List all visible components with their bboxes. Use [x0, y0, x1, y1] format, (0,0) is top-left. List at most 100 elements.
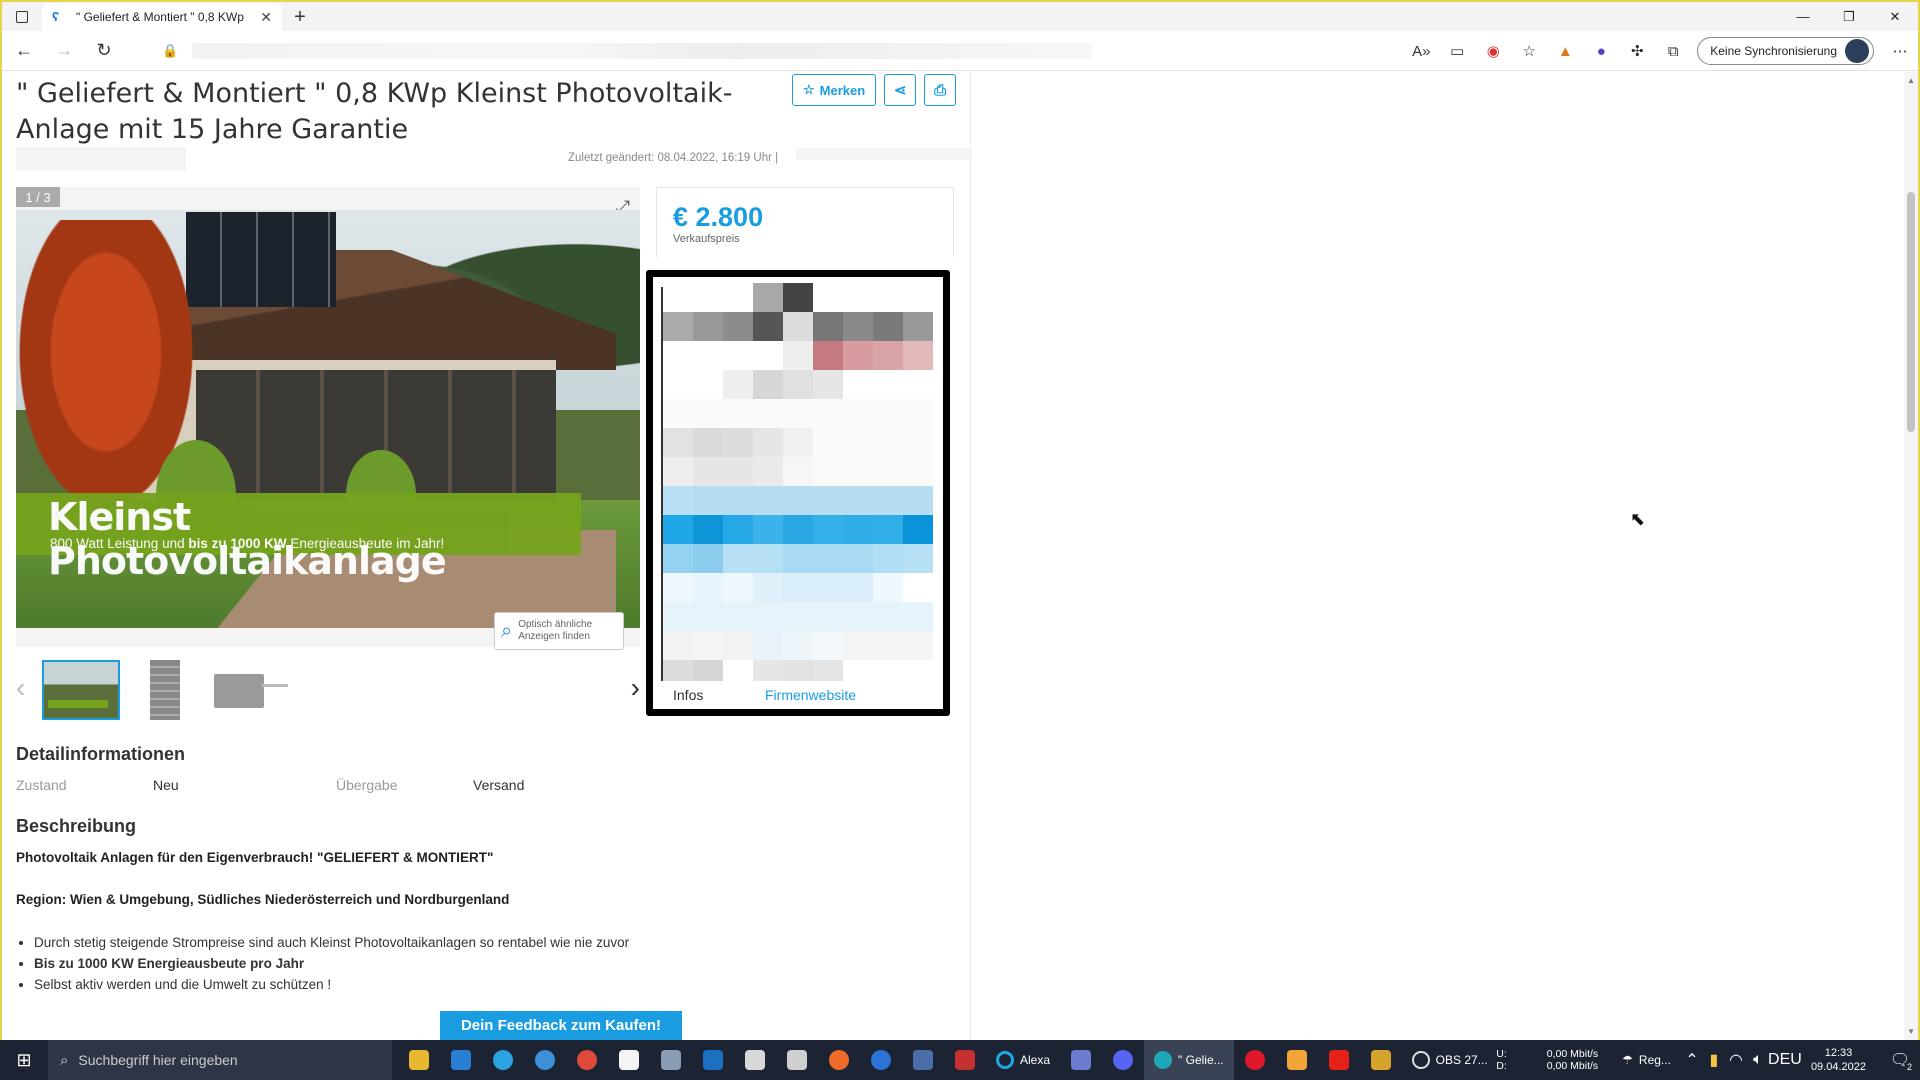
discord-icon[interactable]: [1102, 1040, 1144, 1080]
obs-taskbar-item[interactable]: OBS 27...: [1402, 1040, 1498, 1080]
opera-icon[interactable]: [1234, 1040, 1276, 1080]
mosaic-pixel: [693, 370, 723, 399]
app-red-icon[interactable]: [944, 1040, 986, 1080]
feedback-button[interactable]: Dein Feedback zum Kaufen!: [440, 1011, 682, 1040]
mosaic-pixel: [813, 428, 843, 457]
star-icon: ☆: [803, 82, 815, 97]
read-aloud-icon[interactable]: A»: [1403, 35, 1439, 67]
taskbar-search[interactable]: ⌕ Suchbegriff hier eingeben: [48, 1040, 392, 1080]
tray-app-icon[interactable]: ▮: [1703, 1040, 1725, 1080]
minimize-button[interactable]: —: [1780, 2, 1826, 31]
app-network-icon[interactable]: [1060, 1040, 1102, 1080]
mosaic-pixel: [873, 457, 903, 486]
app-blue-icon[interactable]: [524, 1040, 566, 1080]
thumbnail-1[interactable]: [42, 660, 120, 720]
tab-firmenwebsite[interactable]: Firmenwebsite: [765, 687, 856, 703]
pixelated-dealer-info: [663, 283, 939, 689]
mosaic-pixel: [753, 370, 783, 399]
main-listing-image[interactable]: Kleinst Photovoltaikanlage 800 Watt Leis…: [16, 210, 640, 628]
print-button[interactable]: ⎙: [924, 74, 957, 106]
bullet-item: Bis zu 1000 KW Energieausbeute pro Jahr: [34, 953, 654, 974]
thumb-prev-icon[interactable]: ‹: [16, 672, 25, 704]
mosaic-pixel: [693, 428, 723, 457]
thumbnail-2[interactable]: [150, 660, 180, 720]
mosaic-pixel: [693, 312, 723, 341]
chrome-icon[interactable]: [566, 1040, 608, 1080]
share-button[interactable]: ⋖: [884, 74, 917, 106]
active-tab[interactable]: ʕ " Geliefert & Montiert " 0,8 KWp ✕: [42, 3, 282, 31]
edge-taskbar-item[interactable]: " Gelie...: [1144, 1040, 1234, 1080]
mosaic-pixel: [663, 399, 693, 428]
mosaic-pixel: [813, 457, 843, 486]
app-grid-icon[interactable]: [608, 1040, 650, 1080]
alexa-taskbar-item[interactable]: Alexa: [986, 1040, 1060, 1080]
metamask-extension-icon[interactable]: ▲: [1547, 35, 1583, 67]
page-viewport: ▲ ▼ " Geliefert & Montiert " 0,8 KWp Kle…: [2, 72, 1918, 1040]
reload-button[interactable]: ↻: [86, 35, 122, 67]
more-menu-icon[interactable]: ⋯: [1882, 35, 1918, 67]
tab-actions-icon: [16, 10, 28, 23]
youtube-icon[interactable]: [1318, 1040, 1360, 1080]
system-clock[interactable]: 12:33 09.04.2022: [1811, 1046, 1866, 1074]
weather-taskbar-item[interactable]: ☂ Reg...: [1612, 1040, 1681, 1080]
tracking-prevention-icon[interactable]: ◉: [1475, 35, 1511, 67]
file-explorer-icon[interactable]: [398, 1040, 440, 1080]
merken-button[interactable]: ☆ Merken: [792, 74, 877, 106]
mosaic-pixel: [843, 283, 873, 312]
collections-icon[interactable]: ⧉: [1655, 35, 1691, 67]
calculator-icon[interactable]: [650, 1040, 692, 1080]
mosaic-pixel: [783, 515, 813, 544]
mosaic-pixel: [873, 399, 903, 428]
volume-icon[interactable]: 🔈︎: [1747, 1040, 1769, 1080]
sync-profile-button[interactable]: Keine Synchronisierung: [1697, 37, 1874, 65]
mosaic-pixel: [663, 631, 693, 660]
app-bull-icon[interactable]: [1360, 1040, 1402, 1080]
tab-actions-button[interactable]: [2, 2, 42, 31]
restore-button[interactable]: ❐: [1826, 2, 1872, 31]
mosaic-pixel: [723, 515, 753, 544]
listing-actions: ☆ Merken ⋖ ⎙: [792, 74, 964, 106]
forward-button[interactable]: →: [46, 35, 82, 67]
tray-expand-icon[interactable]: ⌃: [1681, 1040, 1703, 1080]
store-icon[interactable]: [440, 1040, 482, 1080]
address-bar[interactable]: 🔒: [148, 35, 1388, 67]
telegram-icon[interactable]: [482, 1040, 524, 1080]
thumbnail-3[interactable]: [208, 660, 288, 720]
favorite-star-icon[interactable]: ☆: [1511, 35, 1547, 67]
photos-icon[interactable]: [692, 1040, 734, 1080]
similar-ads-button[interactable]: ⌕ Optisch ähnliche Anzeigen finden: [494, 612, 624, 650]
scroll-down-icon[interactable]: ▼: [1907, 1027, 1915, 1036]
back-button[interactable]: ←: [6, 35, 42, 67]
app-window-icon[interactable]: [902, 1040, 944, 1080]
thumb-next-icon[interactable]: ›: [631, 672, 640, 704]
image-banner: Kleinst Photovoltaikanlage 800 Watt Leis…: [16, 493, 581, 583]
extension-purple-icon[interactable]: ●: [1583, 35, 1619, 67]
extensions-puzzle-icon[interactable]: ✣: [1619, 35, 1655, 67]
scrollbar-thumb[interactable]: [1907, 192, 1915, 432]
tab-close-icon[interactable]: ✕: [260, 9, 272, 26]
search-icon: ⌕: [60, 1051, 69, 1069]
sync-label: Keine Synchronisierung: [1710, 44, 1837, 58]
app-paint-icon[interactable]: [734, 1040, 776, 1080]
scroll-up-icon[interactable]: ▲: [1907, 76, 1915, 85]
mosaic-pixel: [693, 457, 723, 486]
app-drive-icon[interactable]: [776, 1040, 818, 1080]
page-scrollbar[interactable]: ▲ ▼: [1904, 72, 1918, 1040]
notification-center[interactable]: 🗨︎ 2: [1880, 1040, 1920, 1080]
share-icon: ⋖: [893, 82, 907, 99]
start-button[interactable]: ⊞: [0, 1040, 48, 1080]
bullet-item: Selbst aktiv werden und die Umwelt zu sc…: [34, 974, 654, 995]
tab-infos[interactable]: Infos: [673, 687, 703, 703]
app-orange-icon[interactable]: [1276, 1040, 1318, 1080]
app-swirl-icon[interactable]: [860, 1040, 902, 1080]
wifi-icon[interactable]: ◠: [1725, 1040, 1747, 1080]
mosaic-pixel: [843, 457, 873, 486]
firefox-icon[interactable]: [818, 1040, 860, 1080]
mosaic-pixel: [783, 486, 813, 515]
new-tab-button[interactable]: +: [282, 3, 318, 31]
immersive-reader-icon[interactable]: ▭: [1439, 35, 1475, 67]
language-indicator[interactable]: DEU: [1768, 1040, 1802, 1080]
bullet-item: Durch stetig steigende Strompreise sind …: [34, 932, 654, 953]
close-window-button[interactable]: ✕: [1872, 2, 1918, 31]
mosaic-pixel: [903, 428, 933, 457]
